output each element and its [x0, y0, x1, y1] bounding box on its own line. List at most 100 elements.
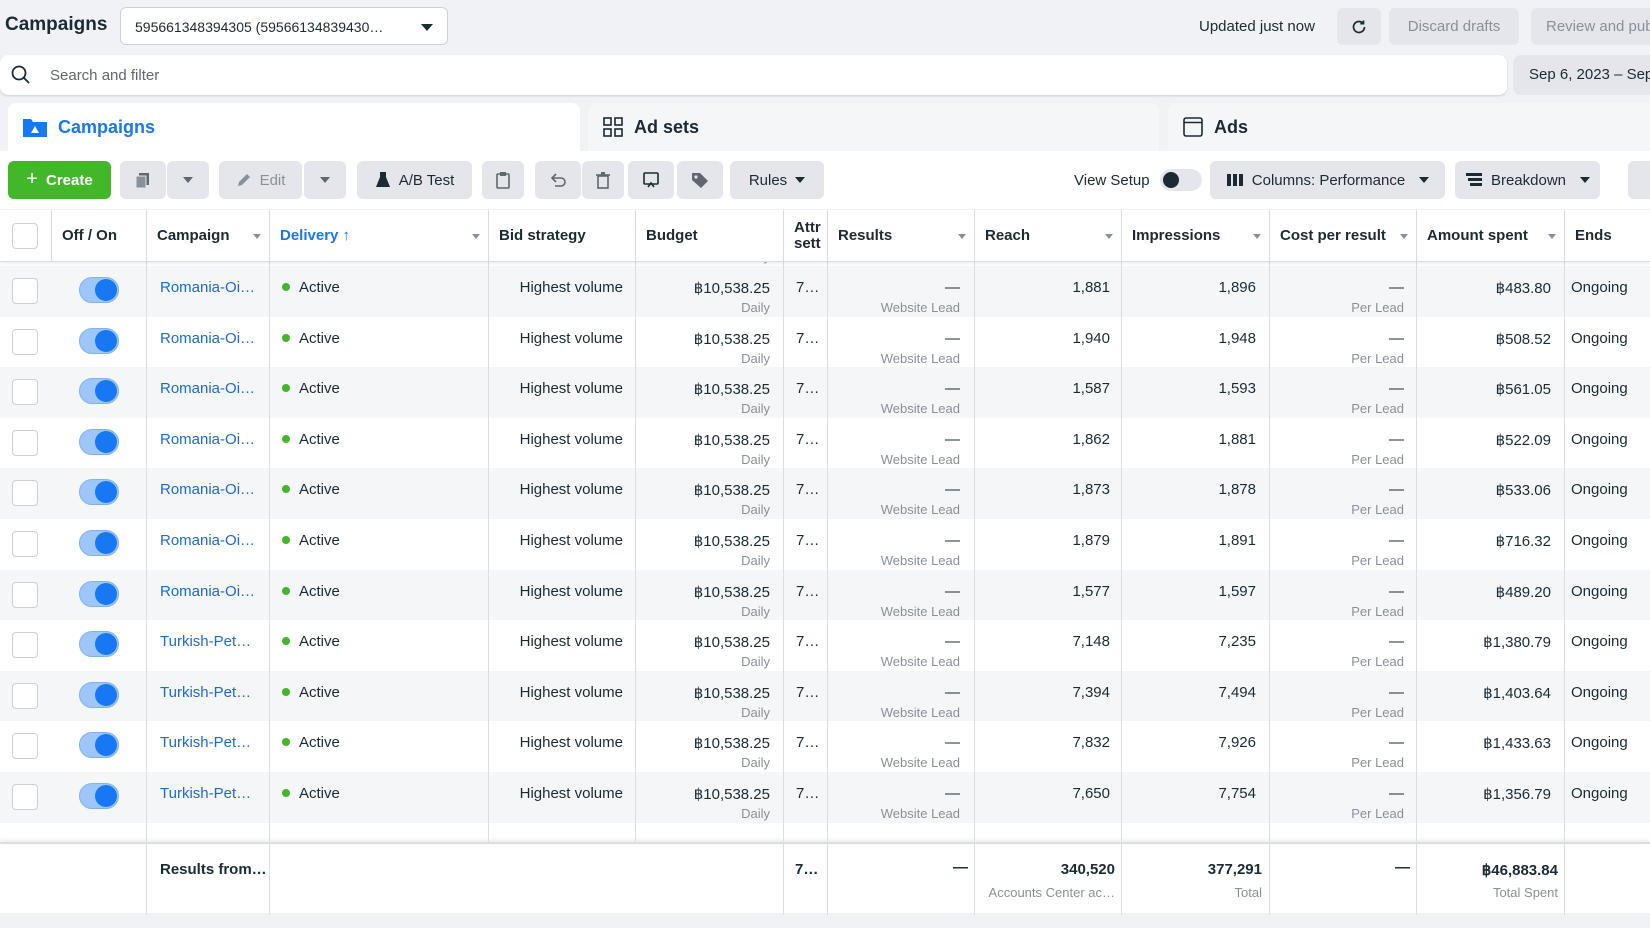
toggle-knob	[95, 380, 117, 403]
table-row[interactable]: Turkish-Pet… Active Highest volume ฿10,538.…	[0, 670, 1650, 722]
create-button[interactable]: + Create	[8, 161, 111, 199]
table-row[interactable]: Romania-Oi…ActiveHighest volume฿10,538.2…	[0, 519, 1650, 570]
row-checkbox[interactable]	[12, 784, 38, 810]
toggle-knob	[95, 430, 117, 453]
divider	[1564, 844, 1565, 915]
columns-button[interactable]: Columns: Performance	[1210, 161, 1445, 199]
campaign-toggle[interactable]	[79, 732, 119, 759]
duplicate-menu-button[interactable]	[167, 161, 209, 199]
col-attribution[interactable]: Attr sett	[784, 210, 828, 262]
row-checkbox[interactable]	[12, 531, 38, 557]
row-checkbox[interactable]	[12, 429, 38, 456]
table-row[interactable]: Romania-Oi…ActiveHighest volume฿10,538.2…	[0, 317, 1650, 368]
discard-drafts-button[interactable]: Discard drafts	[1389, 8, 1519, 45]
table-row[interactable]: Turkish-Pet… Active Highest volume ฿10,538.…	[0, 772, 1650, 823]
cost-per-result-type: Per Lead	[1351, 350, 1404, 366]
campaign-toggle[interactable]	[79, 378, 119, 405]
row-checkbox[interactable]	[12, 480, 38, 507]
date-range-picker[interactable]: Sep 6, 2023 – Sep	[1513, 55, 1650, 95]
campaign-toggle[interactable]	[79, 681, 119, 708]
campaign-toggle[interactable]	[79, 428, 119, 455]
campaign-toggle[interactable]	[79, 783, 119, 809]
campaign-toggle[interactable]	[79, 327, 119, 354]
col-delivery[interactable]: Delivery ↑	[270, 210, 489, 262]
results-type: Website Lead	[880, 654, 960, 670]
review-publish-button[interactable]: Review and publish	[1531, 8, 1650, 45]
table-row[interactable]: Romania-Oi…ActiveHighest volume฿10,538.2…	[0, 266, 1650, 317]
search-input[interactable]	[50, 63, 1450, 87]
col-results[interactable]: Results	[828, 210, 975, 262]
totals-impressions: 377,291	[1207, 861, 1262, 878]
results-type: Website Lead	[880, 502, 960, 518]
row-checkbox[interactable]	[12, 278, 38, 304]
row-checkbox[interactable]	[12, 581, 38, 608]
totals-amount-spent-sub: Total Spent	[1492, 885, 1558, 900]
table-row[interactable]: Romania-Oi…ActiveHighest volume฿10,538.2…	[0, 569, 1650, 621]
delete-button[interactable]	[582, 161, 624, 199]
plus-icon: +	[26, 167, 38, 190]
divider	[269, 844, 270, 915]
edit-menu-button[interactable]	[304, 161, 346, 199]
export-button[interactable]	[628, 161, 674, 199]
divider	[827, 844, 828, 915]
col-budget[interactable]: Budget	[636, 210, 784, 262]
table-row[interactable]: Romania-Oi…ActiveHighest volume฿10,538.2…	[0, 468, 1650, 519]
level-tabs: Campaigns Ad sets Ads	[0, 103, 1650, 151]
campaign-toggle[interactable]	[79, 479, 119, 506]
status-dot	[282, 384, 290, 393]
campaign-toggle[interactable]	[79, 530, 119, 556]
account-selector[interactable]: 595661348394305 (59566134839430…	[120, 7, 448, 45]
table-row[interactable]: Romania-Oi…ActiveHighest volume฿10,538.2…	[0, 367, 1650, 418]
table-row[interactable]: Romania-Oi…ActiveHighest volume฿10,538.2…	[0, 418, 1650, 469]
delivery-label: Active	[299, 329, 340, 347]
col-impressions[interactable]: Impressions	[1122, 210, 1270, 262]
campaign-toggle[interactable]	[79, 580, 119, 607]
col-campaign[interactable]: Campaign	[147, 210, 270, 262]
campaign-name-link[interactable]: Turkish-Pet…	[160, 785, 260, 836]
rules-button[interactable]: Rules	[730, 161, 824, 199]
undo-button[interactable]	[535, 161, 581, 199]
results-type: Website Lead	[880, 704, 960, 720]
col-cost-per-result[interactable]: Cost per result	[1270, 210, 1417, 262]
edit-button[interactable]: Edit	[219, 161, 302, 199]
ab-test-button[interactable]: A/B Test	[357, 161, 472, 199]
select-all-checkbox[interactable]	[12, 223, 38, 249]
table-header: Off / On Campaign Delivery ↑ Bid strateg…	[0, 210, 1650, 262]
tag-button[interactable]	[677, 161, 723, 199]
col-off-on[interactable]: Off / On	[52, 210, 147, 262]
tab-label: Campaigns	[58, 116, 156, 137]
delivery-label: Active	[299, 481, 340, 499]
view-setup-toggle[interactable]	[1160, 169, 1202, 191]
row-checkbox[interactable]	[12, 632, 38, 659]
grid-icon	[603, 117, 623, 137]
table-row[interactable]: Turkish-Pet… Active Highest volume ฿10,538.…	[0, 620, 1650, 671]
divider	[1416, 844, 1417, 915]
col-amount-spent[interactable]: Amount spent	[1417, 210, 1565, 262]
row-checkbox[interactable]	[12, 379, 38, 406]
col-reach[interactable]: Reach	[975, 210, 1122, 262]
ab-test-label: A/B Test	[398, 171, 455, 189]
row-checkbox[interactable]	[12, 682, 38, 709]
campaign-toggle[interactable]	[79, 631, 119, 658]
tab-campaigns[interactable]: Campaigns	[8, 103, 580, 151]
breakdown-button[interactable]: Breakdown	[1455, 161, 1600, 199]
duplicate-button[interactable]	[120, 161, 166, 199]
select-all-cell	[0, 210, 52, 262]
tab-ads[interactable]: Ads	[1168, 103, 1650, 151]
row-checkbox[interactable]	[12, 733, 38, 760]
account-label: 595661348394305 (59566134839430…	[135, 19, 384, 35]
swap-icon	[643, 172, 659, 188]
col-bid-strategy[interactable]: Bid strategy	[489, 210, 636, 262]
table-row[interactable]: Turkish-Pet… Active Highest volume ฿10,538.…	[0, 721, 1650, 772]
budget-period: Daily	[741, 300, 770, 315]
col-ends[interactable]: Ends	[1565, 210, 1650, 262]
clipboard-button[interactable]	[482, 161, 524, 199]
campaign-toggle[interactable]	[79, 277, 119, 303]
status-dot	[282, 536, 290, 544]
refresh-button[interactable]	[1337, 8, 1381, 45]
results-type: Website Lead	[880, 806, 960, 821]
more-button[interactable]	[1628, 161, 1650, 199]
row-checkbox[interactable]	[12, 328, 38, 355]
refresh-icon	[1352, 20, 1366, 33]
tab-ad-sets[interactable]: Ad sets	[588, 103, 1159, 151]
